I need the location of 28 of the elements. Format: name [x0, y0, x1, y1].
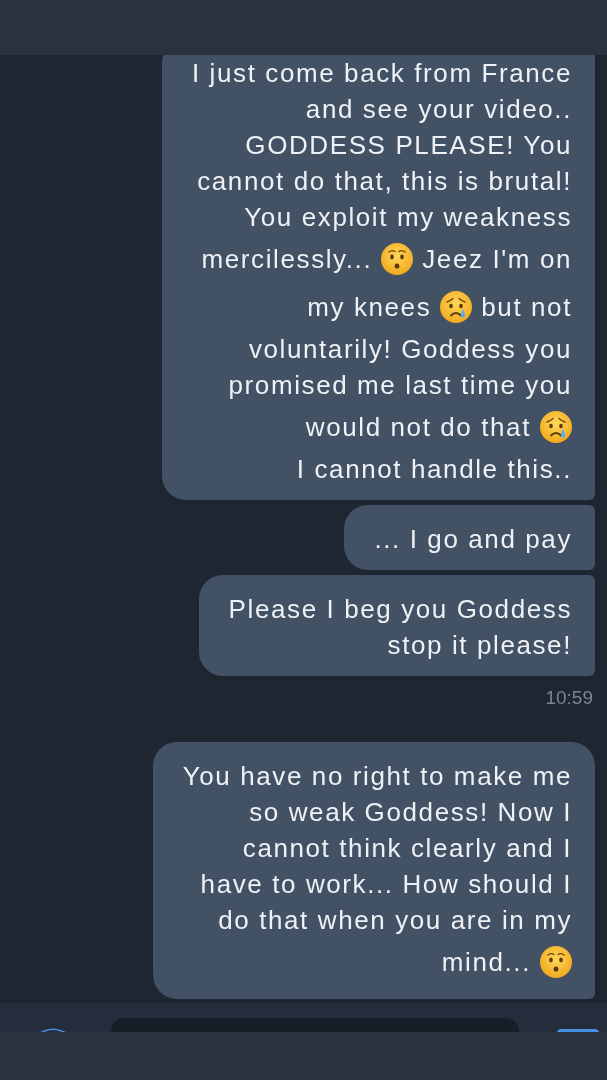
- message-text: Jeez I'm on: [422, 244, 572, 274]
- message-text: ... I go and pay: [374, 524, 572, 554]
- hushed-face-icon: [540, 946, 572, 978]
- message-text: so weak Goddess! Now I: [249, 797, 572, 827]
- message-text: You exploit my weakness: [244, 202, 572, 232]
- message-text: cannot do that, this is brutal!: [197, 166, 572, 196]
- crying-face-icon: [440, 291, 473, 323]
- hushed-face-icon: [381, 243, 414, 275]
- message-time: 10:59: [545, 686, 593, 710]
- crying-face-icon: [540, 411, 572, 443]
- message-text: I just come back from France: [191, 58, 572, 88]
- message-text: would not do that: [305, 412, 531, 442]
- message-text: do that when you are in my: [218, 905, 572, 935]
- rounded-rect-icon[interactable]: [557, 1029, 599, 1032]
- message-text: GODDESS PLEASE! You: [245, 130, 572, 160]
- message-text: cannot think clearly and I: [242, 833, 572, 863]
- message-text: stop it please!: [387, 630, 572, 660]
- message-text: mercilessly...: [201, 244, 373, 274]
- message-text: voluntarily! Goddess you: [248, 334, 572, 364]
- message-text: Please I beg you Goddess: [228, 594, 572, 624]
- message-text: mind...: [441, 947, 531, 977]
- message-text: You have no right to make me: [182, 761, 572, 791]
- message-text: and see your video..: [305, 94, 572, 124]
- message-text: have to work... How should I: [200, 869, 572, 899]
- message-text: but not: [481, 292, 572, 322]
- message-text: my knees: [307, 292, 432, 322]
- message-text: promised me last time you: [228, 370, 572, 400]
- message-text: I cannot handle this..: [296, 454, 572, 484]
